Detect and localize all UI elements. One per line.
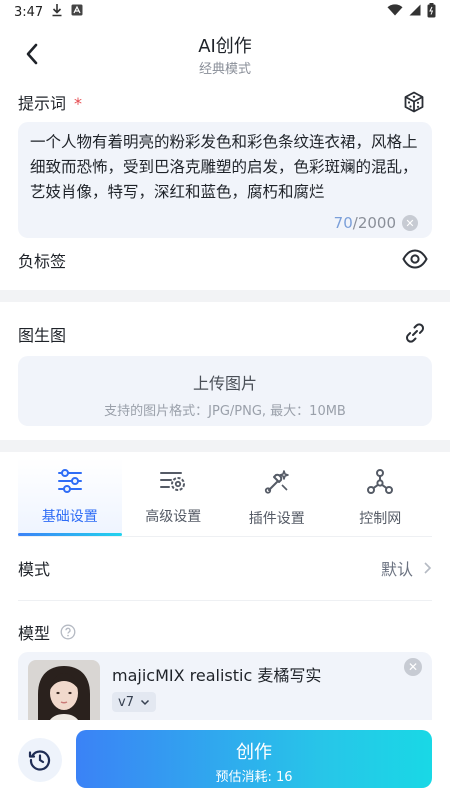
prompt-textarea[interactable]: 一个人物有着明亮的粉彩发色和彩色条纹连衣裙，风格上细致而恐怖，受到巴洛克雕塑的启… xyxy=(18,122,432,238)
prompt-label: 提示词 xyxy=(18,94,67,113)
upload-title: 上传图片 xyxy=(192,374,257,393)
random-dice-button[interactable] xyxy=(402,90,428,116)
toggle-negative-visibility[interactable] xyxy=(402,248,430,272)
header: AI创作 经典模式 xyxy=(0,28,450,80)
gear-settings-icon xyxy=(160,472,186,491)
char-count-max: /2000 xyxy=(352,214,396,232)
network-icon xyxy=(367,469,394,494)
tab-label: 控制网 xyxy=(359,511,402,527)
status-bar: 3:47 xyxy=(0,0,450,24)
section-divider xyxy=(0,290,450,302)
battery-icon xyxy=(427,2,436,22)
model-version-value: v7 xyxy=(118,694,134,710)
upload-image-area[interactable]: 上传图片 支持的图片格式：JPG/PNG, 最大：10MB xyxy=(18,356,432,426)
download-icon xyxy=(51,3,63,21)
tab-plugin-settings[interactable]: 插件设置 xyxy=(225,458,329,536)
char-count-current: 70 xyxy=(333,214,353,232)
remove-model-icon[interactable]: ✕ xyxy=(404,658,422,676)
required-mark: * xyxy=(74,94,83,113)
mode-value: 默认 xyxy=(380,560,413,579)
mode-row[interactable]: 模式 默认 xyxy=(18,548,432,588)
negative-label: 负标签 xyxy=(18,252,67,271)
mode-label: 模式 xyxy=(18,560,51,579)
app-notification-icon xyxy=(71,4,83,20)
eye-icon xyxy=(402,249,428,269)
prompt-label-row: 提示词 * xyxy=(18,90,82,114)
tab-basic-settings[interactable]: 基础设置 xyxy=(18,458,122,536)
tab-label: 高级设置 xyxy=(145,509,202,525)
create-button[interactable]: 创作 预估消耗: 16 xyxy=(76,730,432,788)
upload-hint: 支持的图片格式：JPG/PNG, 最大：10MB xyxy=(104,404,346,419)
history-button[interactable] xyxy=(18,738,62,782)
page-title: AI创作 xyxy=(198,36,252,57)
model-label-row: 模型 xyxy=(18,620,76,644)
link-button[interactable] xyxy=(404,322,428,346)
page-subtitle: 经典模式 xyxy=(198,62,251,77)
prompt-text: 一个人物有着明亮的粉彩发色和彩色条纹连衣裙，风格上细致而恐怖，受到巴洛克雕塑的启… xyxy=(30,133,418,201)
row-divider xyxy=(18,600,432,601)
status-time: 3:47 xyxy=(14,4,44,20)
sliders-icon xyxy=(57,469,82,493)
estimated-cost: 预估消耗: 16 xyxy=(215,770,293,785)
create-label: 创作 xyxy=(236,742,272,763)
link-icon xyxy=(406,323,424,343)
chevron-right-icon xyxy=(424,562,432,574)
tab-label: 基础设置 xyxy=(41,509,98,525)
dice-icon xyxy=(404,91,424,113)
help-icon[interactable] xyxy=(60,624,76,640)
history-icon xyxy=(28,750,51,771)
model-label: 模型 xyxy=(18,624,51,643)
settings-tabs: 基础设置 高级设置 插件设置 控制网 xyxy=(18,458,432,536)
img2img-label: 图生图 xyxy=(18,326,67,345)
model-version-select[interactable]: v7 xyxy=(112,692,156,712)
model-card[interactable]: majicMIX realistic 麦橘写实 v7 ✕ xyxy=(18,652,432,720)
bottom-action-bar: 创作 预估消耗: 16 xyxy=(0,720,450,800)
chevron-down-icon xyxy=(140,699,149,705)
section-divider xyxy=(0,440,450,452)
clear-prompt-icon[interactable]: ✕ xyxy=(402,215,418,231)
wifi-icon xyxy=(387,4,403,20)
char-counter: 70/2000 ✕ xyxy=(334,214,418,232)
tab-controlnet[interactable]: 控制网 xyxy=(329,458,433,536)
signal-icon xyxy=(409,4,421,20)
tab-label: 插件设置 xyxy=(248,511,305,527)
tools-icon xyxy=(264,470,289,494)
tabs-divider xyxy=(18,536,432,537)
model-name: majicMIX realistic 麦橘写实 xyxy=(112,666,322,685)
tab-advanced-settings[interactable]: 高级设置 xyxy=(122,458,226,536)
model-thumbnail xyxy=(28,660,100,720)
